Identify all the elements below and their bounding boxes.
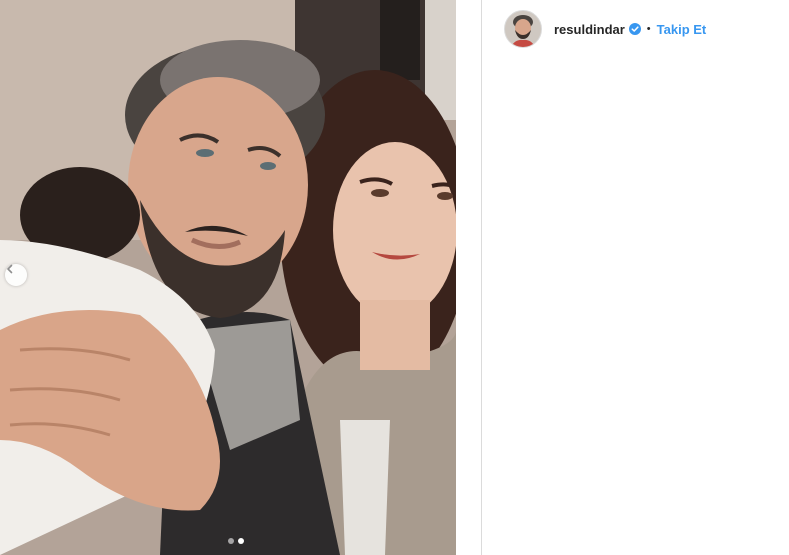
panel-divider — [481, 0, 482, 555]
header-separator: • — [646, 23, 651, 35]
chevron-left-icon — [7, 264, 13, 274]
avatar[interactable] — [504, 10, 542, 48]
post-photo — [0, 0, 456, 555]
carousel-prev-button[interactable] — [5, 264, 27, 286]
family-selfie-image — [0, 0, 456, 555]
follow-button[interactable]: Takip Et — [657, 22, 707, 37]
carousel-dot-active — [238, 538, 244, 544]
verified-badge-icon — [628, 23, 641, 35]
avatar-image — [505, 11, 541, 47]
username[interactable]: resuldindar — [554, 22, 625, 37]
post-header: resuldindar • Takip Et — [504, 10, 706, 48]
carousel-indicator — [228, 538, 244, 544]
carousel-dot — [228, 538, 234, 544]
